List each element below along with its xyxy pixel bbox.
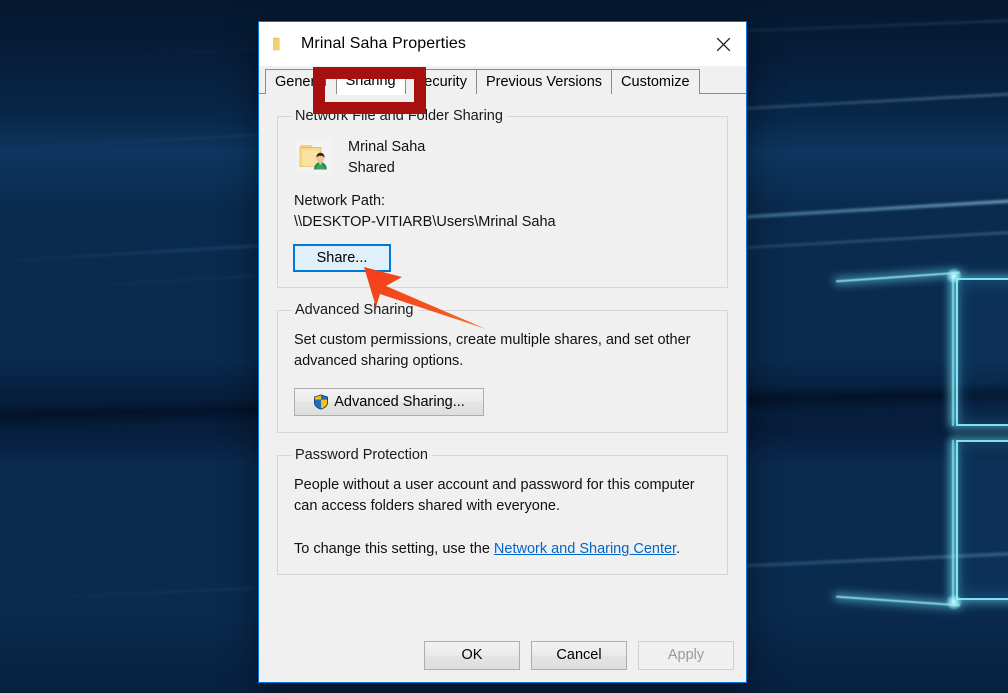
ok-button[interactable]: OK xyxy=(424,640,520,670)
wallpaper-window-pane xyxy=(956,278,1008,426)
apply-button[interactable]: Apply xyxy=(638,640,734,670)
folder-icon xyxy=(271,35,289,53)
change-setting-prefix: To change this setting, use the xyxy=(294,541,494,558)
group-legend-network-sharing: Network File and Folder Sharing xyxy=(295,108,503,124)
network-path-block: Network Path: \\DESKTOP-VITIARB\Users\Mr… xyxy=(294,191,715,233)
uac-shield-icon xyxy=(313,394,329,410)
change-setting-suffix: . xyxy=(676,541,681,558)
group-legend-advanced-sharing: Advanced Sharing xyxy=(295,302,414,319)
network-and-sharing-center-link[interactable]: Network and Sharing Center xyxy=(494,541,676,557)
advanced-sharing-button[interactable]: Advanced Sharing... xyxy=(294,388,484,417)
network-file-and-folder-sharing-group: Network File and Folder Sharing Mrinal S… xyxy=(277,108,728,289)
dialog-title: Mrinal Saha Properties xyxy=(301,35,466,52)
shared-folder-name: Mrinal Saha xyxy=(348,139,426,155)
tab-sharing[interactable]: Sharing xyxy=(335,67,406,95)
advanced-sharing-description: Set custom permissions, create multiple … xyxy=(294,332,691,370)
advanced-sharing-group: Advanced Sharing Set custom permissions,… xyxy=(277,302,728,434)
sharing-tab-panel: Network File and Folder Sharing Mrinal S… xyxy=(259,94,746,628)
dialog-footer: OK Cancel Apply xyxy=(259,628,746,682)
tab-previous-versions[interactable]: Previous Versions xyxy=(475,69,613,94)
tab-general[interactable]: General xyxy=(265,69,337,94)
wallpaper-glow-edge xyxy=(952,440,955,602)
wallpaper-glow-node xyxy=(946,268,962,284)
tab-label: Customize xyxy=(621,74,690,90)
close-icon[interactable] xyxy=(700,22,746,66)
share-button-wrapper: Share... xyxy=(294,245,390,272)
group-legend-password-protection: Password Protection xyxy=(295,447,428,464)
shared-folder-user-icon xyxy=(294,136,334,176)
shared-folder-status: Shared xyxy=(348,160,395,177)
tab-security[interactable]: Security xyxy=(404,69,477,94)
tab-customize[interactable]: Customize xyxy=(611,69,700,94)
tab-label: Sharing xyxy=(345,73,396,89)
advanced-sharing-button-label: Advanced Sharing... xyxy=(334,394,465,411)
password-protection-group: Password Protection People without a use… xyxy=(277,447,728,576)
network-path-label: Network Path: xyxy=(294,193,386,210)
cancel-button[interactable]: Cancel xyxy=(531,640,627,670)
share-button[interactable]: Share... xyxy=(294,245,390,272)
password-protection-change-line: To change this setting, use the Network … xyxy=(294,539,709,560)
network-path-value: \\DESKTOP-VITIARB\Users\Mrinal Saha xyxy=(294,214,556,231)
shared-folder-row: Mrinal Saha Shared xyxy=(294,136,715,179)
wallpaper-glow-node xyxy=(946,594,962,610)
tab-label: General xyxy=(275,74,327,90)
tab-label: Security xyxy=(414,74,467,90)
dialog-title-bar: Mrinal Saha Properties xyxy=(259,22,746,66)
properties-tab-strip[interactable]: General Sharing Security Previous Versio… xyxy=(259,66,746,95)
wallpaper-glow-edge xyxy=(952,276,955,426)
password-protection-description: People without a user account and passwo… xyxy=(294,477,695,515)
shared-folder-info: Mrinal Saha Shared xyxy=(348,136,425,179)
tab-label: Previous Versions xyxy=(485,74,603,90)
folder-properties-dialog: Mrinal Saha Properties General Sharing S… xyxy=(258,21,747,683)
wallpaper-window-pane xyxy=(956,440,1008,600)
